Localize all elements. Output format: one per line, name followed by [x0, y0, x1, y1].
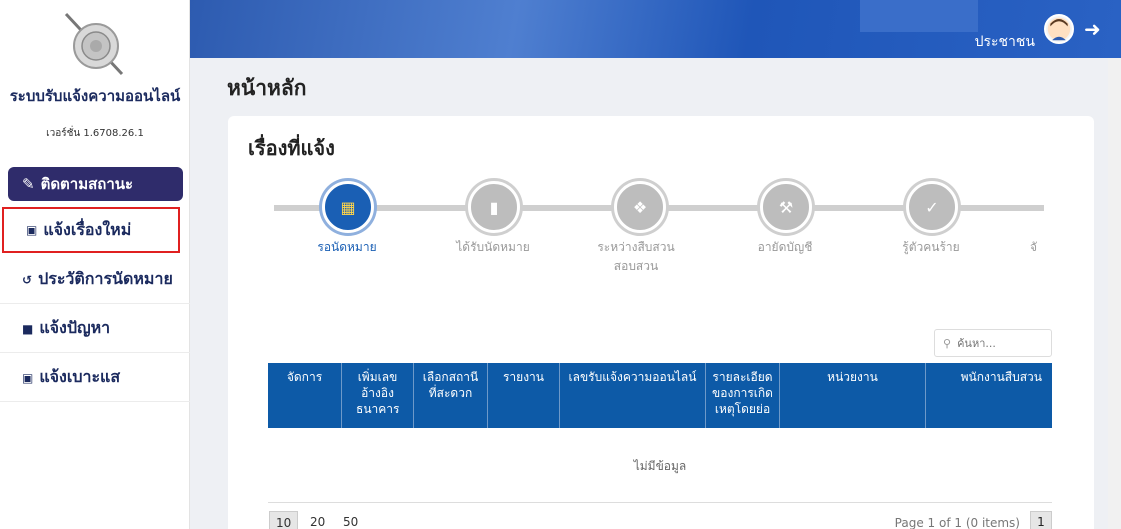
sidebar-item-report-problem[interactable]: ■ แจ้งปัญหา	[0, 305, 190, 353]
track-status-label: ติดตามสถานะ	[40, 175, 134, 193]
step-label-investigating: ระหว่างสืบสวน สอบสวน	[597, 240, 675, 273]
scrollbar[interactable]	[1108, 58, 1121, 529]
empty-table-message: ไม่มีข้อมูล	[633, 459, 687, 473]
header-redacted-block	[860, 0, 978, 32]
page-title: หน้าหลัก	[227, 76, 307, 100]
step-label-next: จั	[1030, 240, 1038, 254]
table-header: จัดการ เพิ่มเลขอ้างอิงธนาคาร เลือกสถานีท…	[268, 363, 1052, 428]
page-button-1[interactable]: 1	[1030, 511, 1052, 529]
police-logo	[64, 12, 124, 76]
col-investigator: พนักงานสืบสวน	[960, 370, 1042, 384]
page-size-50[interactable]: 50	[337, 511, 364, 529]
col-incident-details: รายละเอียดของการเกิดเหตุโดยย่อ	[706, 363, 780, 428]
col-bank-ref: เพิ่มเลขอ้างอิงธนาคาร	[342, 363, 414, 428]
folder-plus-icon: ▣	[26, 223, 38, 237]
folder-plus-icon: ▣	[22, 370, 34, 385]
search-icon: ⚲	[943, 336, 952, 350]
check-icon: ✓	[906, 181, 958, 233]
search-box[interactable]: ⚲	[934, 329, 1052, 357]
sidebar-item-tip-off[interactable]: ▣ แจ้งเบาะแส	[0, 354, 190, 402]
app-version: เวอร์ชั่น 1.6708.26.1	[46, 128, 144, 139]
table-divider	[268, 502, 1052, 503]
sidebar: ระบบรับแจ้งความออนไลน์ เวอร์ชั่น 1.6708.…	[0, 0, 190, 529]
sidebar-item-new-report[interactable]: ▣ แจ้งเรื่องใหม่	[2, 207, 180, 253]
col-agency: หน่วยงาน	[780, 363, 926, 428]
sidebar-item-label: แจ้งเรื่องใหม่	[43, 219, 132, 239]
page-size-10[interactable]: 10	[269, 511, 299, 529]
page-info: Page 1 of 1 (0 items)	[894, 516, 1020, 529]
card-title: เรื่องที่แจ้ง	[248, 136, 335, 160]
user-role-label: ประชาชน	[974, 34, 1035, 50]
sidebar-item-label: แจ้งปัญหา	[39, 318, 111, 337]
step-label-appointed: ได้รับนัดหมาย	[456, 240, 530, 254]
calendar-icon: ▦	[322, 181, 374, 233]
handshake-icon: ❖	[614, 181, 666, 233]
sidebar-item-label: แจ้งเบาะแส	[39, 367, 121, 386]
sidebar-item-appointment-history[interactable]: ↺ ประวัติการนัดหมาย	[0, 256, 190, 304]
folder-icon: ■	[22, 321, 34, 336]
gavel-icon: ⚒	[760, 181, 812, 233]
search-input[interactable]	[957, 336, 1038, 350]
step-label-identified: รู้ตัวคนร้าย	[902, 240, 960, 254]
track-status-button[interactable]: ✎ ติดตามสถานะ	[8, 167, 183, 201]
briefcase-icon: ▮	[468, 181, 520, 233]
col-manage: จัดการ	[268, 363, 342, 428]
col-case-number: เลขรับแจ้งความออนไลน์	[560, 363, 706, 428]
sidebar-item-label: ประวัติการนัดหมาย	[38, 269, 173, 288]
page-size-20[interactable]: 20	[304, 511, 331, 529]
logout-icon[interactable]: ➜	[1084, 18, 1106, 40]
edit-icon: ✎	[22, 175, 35, 193]
step-label-frozen: อายัดบัญชี	[757, 240, 813, 254]
app-title: ระบบรับแจ้งความออนไลน์	[9, 87, 181, 105]
col-report: รายงาน	[488, 363, 560, 428]
history-icon: ↺	[22, 272, 33, 287]
col-station: เลือกสถานีที่สะดวก	[414, 363, 488, 428]
avatar[interactable]	[1044, 14, 1074, 44]
step-label-waiting: รอนัดหมาย	[317, 240, 377, 254]
